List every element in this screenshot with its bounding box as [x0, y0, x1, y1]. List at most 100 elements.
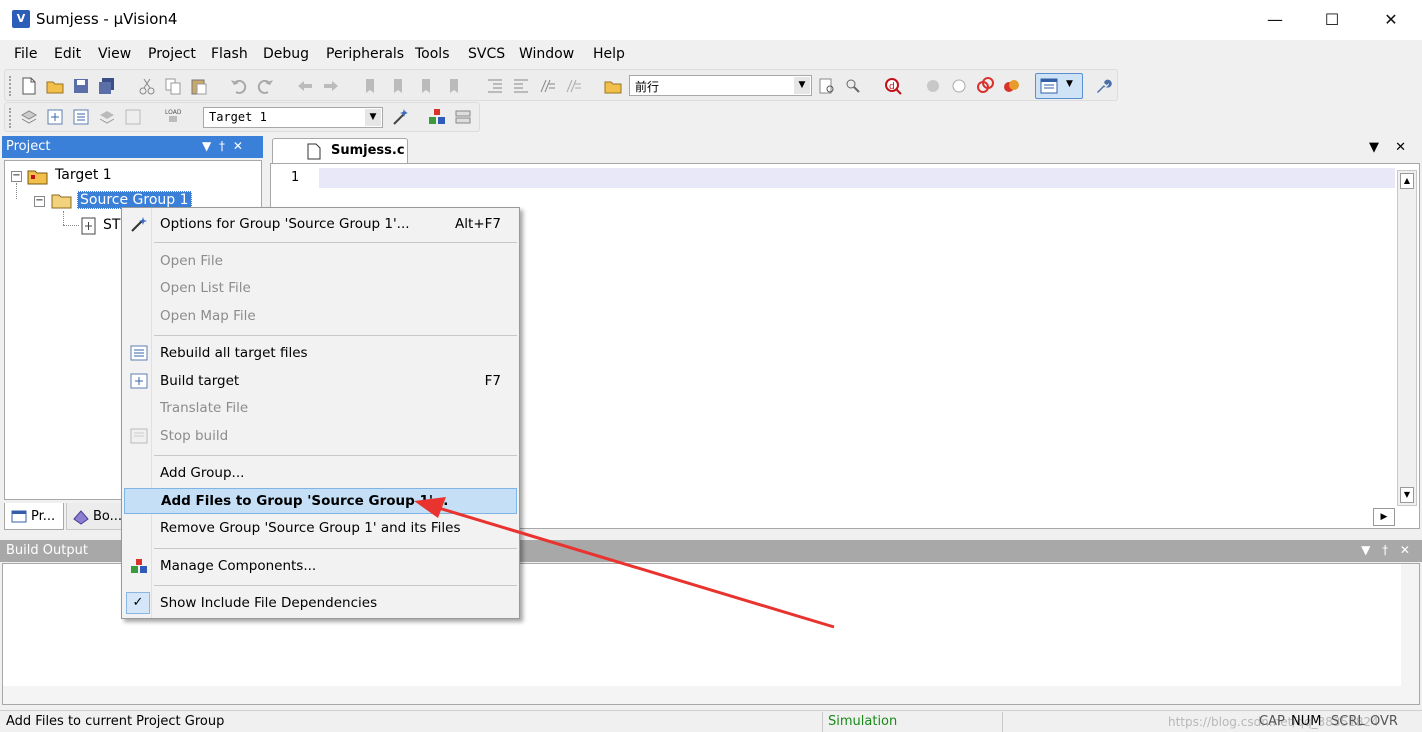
- undo-icon[interactable]: [229, 76, 249, 96]
- tab-books[interactable]: Bo...: [66, 503, 124, 530]
- panel-controls[interactable]: ▼ † ✕: [202, 139, 245, 153]
- chevron-down-icon[interactable]: ▼: [365, 109, 381, 126]
- new-file-icon[interactable]: [19, 76, 39, 96]
- select-packet-icon[interactable]: [453, 107, 473, 127]
- manage-components-icon[interactable]: [427, 107, 447, 127]
- save-all-icon[interactable]: [97, 76, 117, 96]
- ctx-rebuild-all[interactable]: Rebuild all target files: [124, 340, 517, 366]
- ctx-manage-components[interactable]: Manage Components...: [124, 553, 517, 579]
- copy-icon[interactable]: [163, 76, 183, 96]
- menu-project[interactable]: Project: [148, 46, 196, 62]
- stop-build-icon[interactable]: [123, 107, 143, 127]
- ctx-show-include-deps[interactable]: ✓ Show Include File Dependencies: [124, 590, 517, 616]
- toolbar-grip[interactable]: [9, 108, 12, 128]
- find-combo[interactable]: 前行 ▼: [629, 75, 812, 96]
- ctx-add-group[interactable]: Add Group...: [124, 460, 517, 486]
- file-toolbar: 前行 ▼ d ▼: [4, 69, 1118, 101]
- ctx-add-files-to-group[interactable]: Add Files to Group 'Source Group 1'...: [124, 488, 517, 514]
- editor-tab-controls[interactable]: ▼ ✕: [1369, 140, 1412, 155]
- target-select[interactable]: Target 1 ▼: [203, 107, 383, 128]
- window-layout-button[interactable]: ▼: [1035, 73, 1083, 99]
- scroll-right-icon[interactable]: ▶: [1373, 508, 1395, 526]
- ctx-stop-build[interactable]: Stop build: [124, 423, 517, 449]
- menu-tools[interactable]: Tools: [415, 46, 450, 62]
- toolbar-grip[interactable]: [9, 76, 12, 96]
- ctx-open-map-file[interactable]: Open Map File: [124, 303, 517, 329]
- bookmark-toggle-icon[interactable]: [361, 76, 381, 96]
- ctx-open-file[interactable]: Open File: [124, 248, 517, 274]
- close-button[interactable]: ✕: [1362, 0, 1420, 40]
- ctx-shortcut: Alt+F7: [455, 216, 501, 232]
- rebuild-icon[interactable]: [71, 107, 91, 127]
- configure-wrench-icon[interactable]: [1093, 76, 1113, 96]
- menu-help[interactable]: Help: [593, 46, 625, 62]
- panel-controls[interactable]: ▼ † ✕: [1361, 543, 1414, 557]
- ctx-open-list-file[interactable]: Open List File: [124, 275, 517, 301]
- breakpoint-insert-icon[interactable]: [923, 76, 943, 96]
- scroll-down-icon[interactable]: ▼: [1400, 487, 1414, 503]
- menu-svcs[interactable]: SVCS: [468, 46, 505, 62]
- breakpoint-kill-all-icon[interactable]: [1001, 76, 1021, 96]
- menu-window[interactable]: Window: [519, 46, 574, 62]
- status-bar: Add Files to current Project Group Simul…: [0, 710, 1422, 732]
- paste-icon[interactable]: [189, 76, 209, 96]
- breakpoint-disable-all-icon[interactable]: [975, 76, 995, 96]
- menu-bar: File Edit View Project Flash Debug Perip…: [0, 40, 1422, 68]
- navigate-forward-icon[interactable]: [321, 76, 341, 96]
- navigate-back-icon[interactable]: [295, 76, 315, 96]
- menu-file[interactable]: File: [14, 46, 37, 62]
- batch-build-icon[interactable]: [97, 107, 117, 127]
- ctx-remove-group[interactable]: Remove Group 'Source Group 1' and its Fi…: [124, 515, 517, 541]
- vertical-scrollbar[interactable]: ▲ ▼: [1397, 170, 1417, 506]
- menu-peripherals[interactable]: Peripherals: [326, 46, 404, 62]
- ctx-label: Show Include File Dependencies: [160, 595, 378, 611]
- checkmark-icon: ✓: [126, 592, 150, 614]
- menu-flash[interactable]: Flash: [211, 46, 248, 62]
- translate-icon[interactable]: [19, 107, 39, 127]
- menu-debug[interactable]: Debug: [263, 46, 309, 62]
- minimize-button[interactable]: —: [1246, 0, 1304, 40]
- ctx-label: Translate File: [160, 400, 249, 416]
- download-load-icon[interactable]: LOAD: [163, 107, 183, 127]
- uncomment-icon[interactable]: [563, 76, 583, 96]
- scroll-up-icon[interactable]: ▲: [1400, 173, 1414, 189]
- ctx-options-for-group[interactable]: Options for Group 'Source Group 1'... Al…: [124, 211, 517, 237]
- ctx-label: Build target: [160, 373, 240, 389]
- window-title: Sumjess - µVision4: [36, 10, 178, 28]
- comment-icon[interactable]: [537, 76, 557, 96]
- tree-target-label[interactable]: Target 1: [55, 167, 112, 183]
- bookmark-prev-icon[interactable]: [389, 76, 409, 96]
- bookmark-next-icon[interactable]: [417, 76, 437, 96]
- start-debug-icon[interactable]: d: [883, 76, 903, 96]
- menu-edit[interactable]: Edit: [54, 46, 81, 62]
- ctx-label: Open Map File: [160, 308, 256, 324]
- tab-sumjess-c[interactable]: Sumjess.c: [272, 138, 408, 164]
- save-icon[interactable]: [71, 76, 91, 96]
- vertical-scrollbar[interactable]: [1401, 564, 1419, 704]
- horizontal-scrollbar[interactable]: [3, 686, 1401, 704]
- incremental-find-icon[interactable]: [817, 76, 837, 96]
- tree-file-label[interactable]: ST: [103, 217, 120, 233]
- cut-icon[interactable]: [137, 76, 157, 96]
- find-in-files-icon[interactable]: [603, 76, 623, 96]
- breakpoint-enable-icon[interactable]: [949, 76, 969, 96]
- build-icon[interactable]: [45, 107, 65, 127]
- file-icon: [307, 143, 321, 160]
- menu-view[interactable]: View: [98, 46, 131, 62]
- chevron-down-icon[interactable]: ▼: [794, 77, 810, 94]
- open-folder-icon[interactable]: [45, 76, 65, 96]
- collapse-toggle-icon[interactable]: −: [11, 171, 22, 182]
- unindent-icon[interactable]: [511, 76, 531, 96]
- bookmark-clear-icon[interactable]: [445, 76, 465, 96]
- ctx-build-target[interactable]: Build target F7: [124, 368, 517, 394]
- redo-icon[interactable]: [255, 76, 275, 96]
- simulation-mode: Simulation: [828, 714, 898, 729]
- maximize-button[interactable]: ☐: [1303, 0, 1361, 40]
- stop-build-icon: [130, 428, 148, 444]
- find-replace-icon[interactable]: [843, 76, 863, 96]
- options-for-target-icon[interactable]: [391, 107, 411, 127]
- ctx-translate-file[interactable]: Translate File: [124, 395, 517, 421]
- indent-icon[interactable]: [485, 76, 505, 96]
- collapse-toggle-icon[interactable]: −: [34, 196, 45, 207]
- tab-project[interactable]: Pr...: [4, 503, 64, 530]
